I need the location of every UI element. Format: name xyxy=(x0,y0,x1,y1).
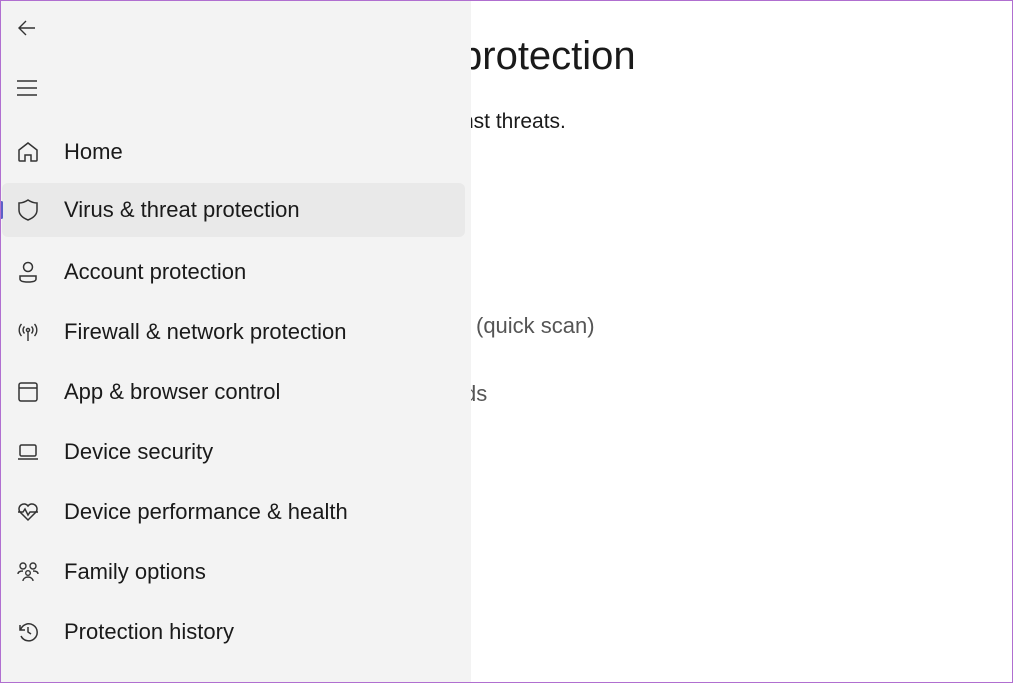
sidebar-item-label: Home xyxy=(64,139,123,164)
navigation-sidebar: Home Virus & threat protection Account p… xyxy=(0,0,471,683)
sidebar-item-label: App & browser control xyxy=(64,379,281,404)
sidebar-item-account-protection[interactable]: Account protection xyxy=(2,245,465,299)
sidebar-item-family-options[interactable]: Family options xyxy=(2,545,465,599)
sidebar-item-label: Protection history xyxy=(64,619,234,644)
page-subtitle: nst threats. xyxy=(462,110,566,133)
scan-info: (quick scan) xyxy=(476,313,595,338)
laptop-icon xyxy=(18,444,38,460)
sidebar-item-label: Firewall & network protection xyxy=(64,319,347,344)
sidebar-item-device-performance[interactable]: Device performance & health xyxy=(2,485,465,539)
window-icon xyxy=(18,382,38,402)
sidebar-item-device-security[interactable]: Device security xyxy=(2,425,465,479)
page-title: protection xyxy=(460,34,636,78)
history-icon xyxy=(19,623,38,642)
sidebar-item-label: Account protection xyxy=(64,259,247,284)
sidebar-item-label: Family options xyxy=(64,559,206,584)
hamburger-icon xyxy=(17,80,37,96)
sidebar-item-virus-threat-protection[interactable]: Virus & threat protection xyxy=(0,183,465,237)
sidebar-item-app-browser[interactable]: App & browser control xyxy=(2,365,465,419)
sidebar-item-firewall[interactable]: Firewall & network protection xyxy=(2,305,465,359)
heart-pulse-icon xyxy=(18,503,38,522)
arrow-left-icon xyxy=(18,20,35,36)
home-icon xyxy=(18,142,38,162)
antenna-icon xyxy=(18,323,38,341)
family-icon xyxy=(17,562,39,582)
menu-button[interactable] xyxy=(12,73,42,103)
sidebar-item-label: Device security xyxy=(64,439,214,464)
sidebar-item-label: Device performance & health xyxy=(64,499,348,524)
sidebar-item-home[interactable]: Home xyxy=(2,125,465,179)
sidebar-item-label: Virus & threat protection xyxy=(64,197,300,222)
shield-icon xyxy=(18,199,38,221)
person-icon xyxy=(19,261,37,283)
back-button[interactable] xyxy=(12,13,42,43)
sidebar-item-protection-history[interactable]: Protection history xyxy=(2,605,465,659)
